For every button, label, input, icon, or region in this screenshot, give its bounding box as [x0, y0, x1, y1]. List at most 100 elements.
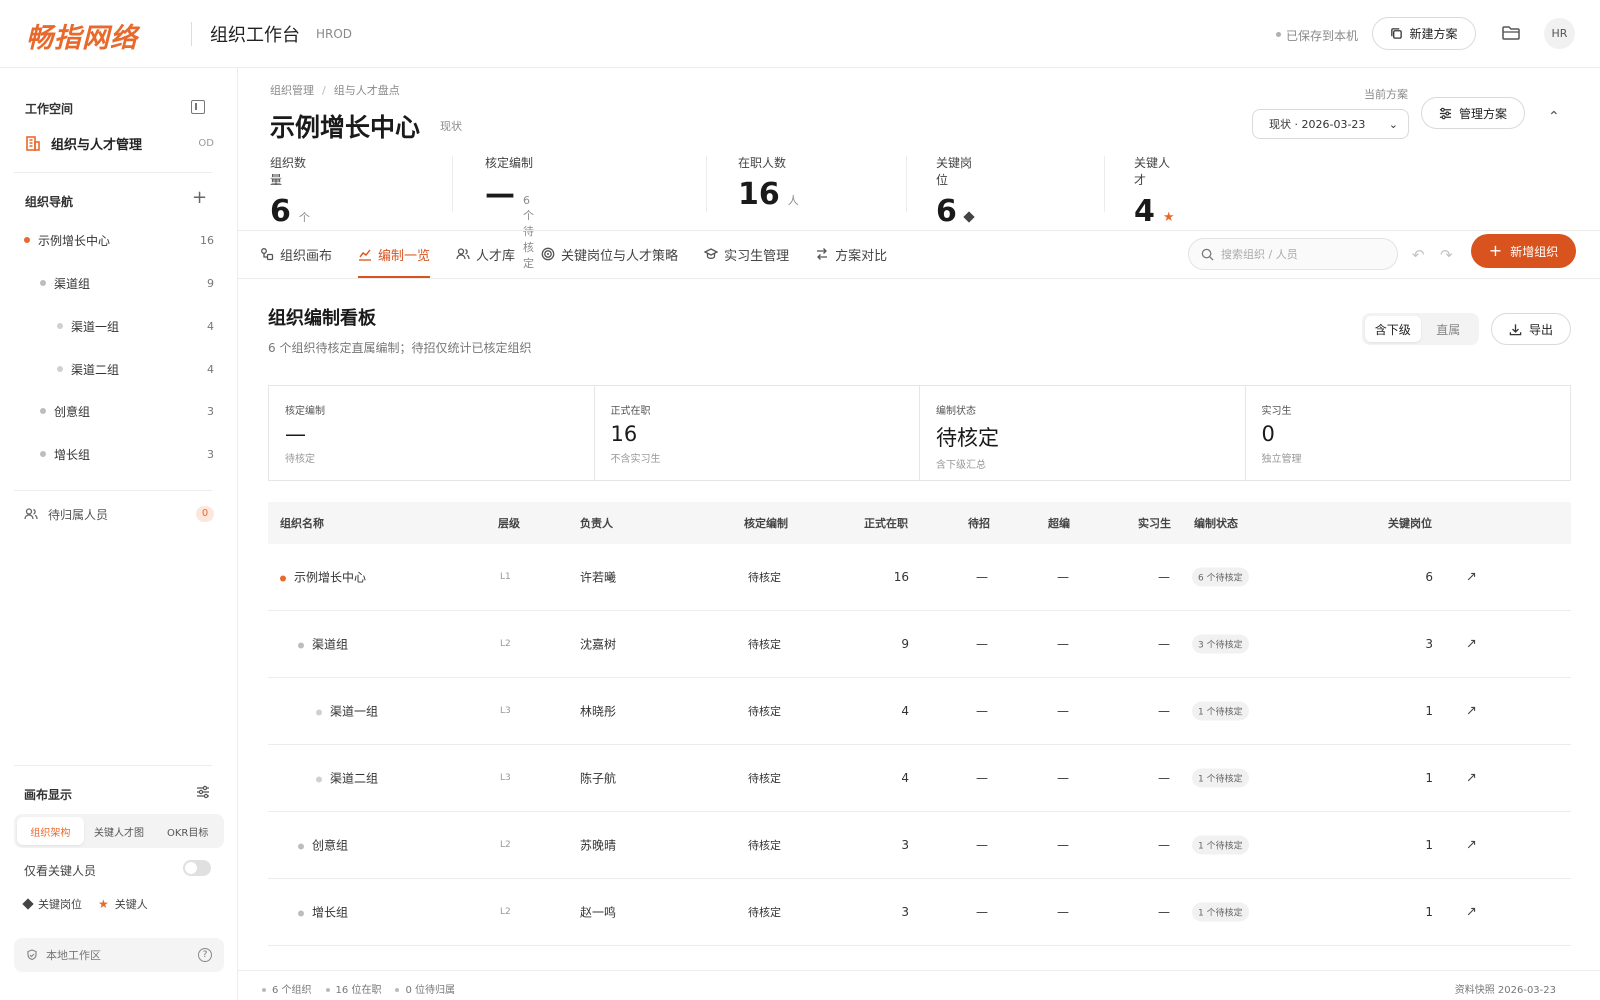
table-row[interactable]: 示例增长中心 L1 许若曦 待核定 16 — — — 6 个待核定 6 ↗ — [268, 544, 1571, 611]
tab-quota-overview[interactable]: 编制一览 — [358, 230, 431, 278]
card-value: 16 — [610, 422, 638, 446]
nav-item-growth[interactable]: 增长组 3 — [40, 439, 214, 469]
card-value: 0 — [1261, 422, 1275, 446]
nav-item-growth-center[interactable]: 示例增长中心 16 — [24, 225, 214, 255]
tab-plan-compare[interactable]: 方案对比 — [815, 230, 887, 278]
open-arrow-icon[interactable]: ↗ — [1466, 905, 1477, 920]
brand-logo: 畅指网络 — [26, 23, 138, 54]
card-sub: 含下级汇总 — [936, 460, 986, 471]
canvas-mode-org[interactable]: 组织架构 — [17, 817, 84, 845]
only-key-toggle[interactable] — [183, 860, 211, 876]
open-arrow-icon[interactable]: ↗ — [1466, 838, 1477, 853]
status-badge: 1 个待核定 — [1192, 902, 1249, 922]
stat-value: — — [485, 177, 515, 212]
open-arrow-icon[interactable]: ↗ — [1466, 637, 1477, 652]
intern-cell: — — [1158, 771, 1170, 785]
tab-key-posts-strategy[interactable]: 关键岗位与人才策略 — [541, 230, 678, 278]
sidebar-divider — [14, 765, 212, 766]
table-row[interactable]: 渠道组 L2 沈嘉树 待核定 9 — — — 3 个待核定 3 ↗ — [268, 611, 1571, 678]
stat-key-talent: 关键人才 4 ★ — [1134, 154, 1175, 229]
tab-org-canvas[interactable]: 组织画布 — [260, 230, 332, 278]
sidebar-collapse-icon[interactable] — [191, 100, 205, 114]
key-post-cell: 1 — [1425, 704, 1433, 718]
hiring-cell: — — [976, 905, 988, 919]
scope-include-sub[interactable]: 含下级 — [1365, 316, 1421, 342]
status-badge: 6 个待核定 — [1192, 567, 1249, 587]
scope-direct[interactable]: 直属 — [1421, 316, 1477, 342]
quota-table: 组织名称 层级 负责人 核定编制 正式在职 待招 超编 实习生 编制状态 关键岗… — [268, 502, 1571, 946]
canvas-legend: 关键岗位 ★ 关键人 — [22, 896, 148, 912]
org-name-cell[interactable]: 渠道组 — [298, 636, 348, 653]
card-interns: 实习生 0 独立管理 — [1246, 386, 1571, 480]
saved-status: 已保存到本机 — [1286, 29, 1359, 43]
over-cell: — — [1057, 905, 1069, 919]
help-icon[interactable]: ? — [198, 948, 212, 962]
open-arrow-icon[interactable]: ↗ — [1466, 771, 1477, 786]
canvas-mode-talent[interactable]: 关键人才图 — [86, 817, 153, 845]
card-sub: 独立管理 — [1261, 454, 1302, 465]
org-dot-icon — [40, 280, 46, 286]
org-name-cell[interactable]: 渠道一组 — [316, 703, 378, 720]
manage-plan-button[interactable]: 管理方案 — [1421, 97, 1525, 129]
add-org-icon[interactable]: + — [192, 189, 207, 207]
org-name-cell[interactable]: 增长组 — [298, 904, 348, 921]
chevron-up-icon[interactable]: ⌃ — [1548, 109, 1560, 125]
plan-select[interactable]: 现状 · 2026-03-23 ⌄ — [1252, 109, 1409, 139]
over-cell: — — [1057, 570, 1069, 584]
active-cell: 4 — [901, 771, 909, 785]
redo-icon[interactable]: ↷ — [1440, 246, 1453, 264]
key-post-cell: 1 — [1425, 905, 1433, 919]
add-org-button[interactable]: + 新增组织 — [1471, 234, 1576, 268]
undo-icon[interactable]: ↶ — [1412, 246, 1425, 264]
workspace-item[interactable]: 组织与人才管理 OD — [24, 132, 214, 154]
sliders-icon[interactable] — [196, 785, 210, 799]
user-avatar[interactable]: HR — [1544, 18, 1575, 49]
table-row[interactable]: 增长组 L2 赵一鸣 待核定 3 — — — 1 个待核定 1 ↗ — [268, 879, 1571, 946]
nav-item-channel[interactable]: 渠道组 9 — [40, 268, 214, 298]
tab-label: 编制一览 — [378, 248, 431, 264]
sidebar-divider — [14, 172, 212, 173]
breadcrumb-item[interactable]: 组织管理 — [270, 84, 314, 97]
canvas-mode-okr[interactable]: OKR目标 — [154, 817, 221, 845]
breadcrumb-item[interactable]: 组与人才盘点 — [334, 84, 400, 97]
new-plan-button[interactable]: 新建方案 — [1372, 17, 1476, 50]
local-workspace[interactable]: 本地工作区 ? — [14, 938, 224, 972]
graduation-cap-icon — [704, 248, 719, 259]
org-canvas-icon — [261, 248, 274, 261]
table-row[interactable]: 渠道二组 L3 陈子航 待核定 4 — — — 1 个待核定 1 ↗ — [268, 745, 1571, 812]
active-cell: 16 — [893, 570, 909, 584]
table-row[interactable]: 渠道一组 L3 林晓彤 待核定 4 — — — 1 个待核定 1 ↗ — [268, 678, 1571, 745]
search-input[interactable]: 搜索组织 / 人员 — [1188, 238, 1398, 270]
stat-key-posts: 关键岗位 6 — [936, 154, 975, 229]
tab-talent-pool[interactable]: 人才库 — [456, 230, 515, 278]
stat-value: 4 — [1134, 194, 1155, 229]
open-arrow-icon[interactable]: ↗ — [1466, 570, 1477, 585]
org-name-cell[interactable]: 创意组 — [298, 837, 348, 854]
workspace-name: 组织与人才管理 — [51, 137, 143, 153]
owner-cell: 沈嘉树 — [580, 637, 617, 652]
users-icon — [24, 508, 38, 520]
card-sub: 不含实习生 — [610, 454, 661, 465]
owner-cell: 许若曦 — [580, 570, 617, 585]
org-name-cell[interactable]: 示例增长中心 — [280, 569, 366, 586]
stat-divider — [1104, 156, 1105, 212]
folder-icon[interactable] — [1500, 22, 1522, 44]
chart-icon — [359, 249, 372, 261]
download-icon — [1509, 323, 1522, 335]
status-badge: 1 个待核定 — [1192, 768, 1249, 788]
board-description: 6 个组织待核定直属编制；待招仅统计已核定组织 — [268, 341, 532, 355]
over-cell: — — [1057, 838, 1069, 852]
nav-item-creative[interactable]: 创意组 3 — [40, 396, 214, 426]
intern-cell: — — [1158, 905, 1170, 919]
tab-intern-management[interactable]: 实习生管理 — [704, 230, 789, 278]
open-arrow-icon[interactable]: ↗ — [1466, 704, 1477, 719]
status-cell: 1 个待核定 — [1192, 835, 1249, 855]
pending-people-item[interactable]: 待归属人员 0 — [24, 502, 214, 526]
org-name-cell[interactable]: 渠道二组 — [316, 770, 378, 787]
nav-item-channel-2[interactable]: 渠道二组 4 — [57, 354, 214, 384]
canvas-display-title: 画布显示 — [24, 788, 73, 802]
nav-item-channel-1[interactable]: 渠道一组 4 — [57, 311, 214, 341]
export-button[interactable]: 导出 — [1491, 313, 1571, 345]
table-row[interactable]: 创意组 L2 苏晚晴 待核定 3 — — — 1 个待核定 1 ↗ — [268, 812, 1571, 879]
status-badge: 1 个待核定 — [1192, 701, 1249, 721]
